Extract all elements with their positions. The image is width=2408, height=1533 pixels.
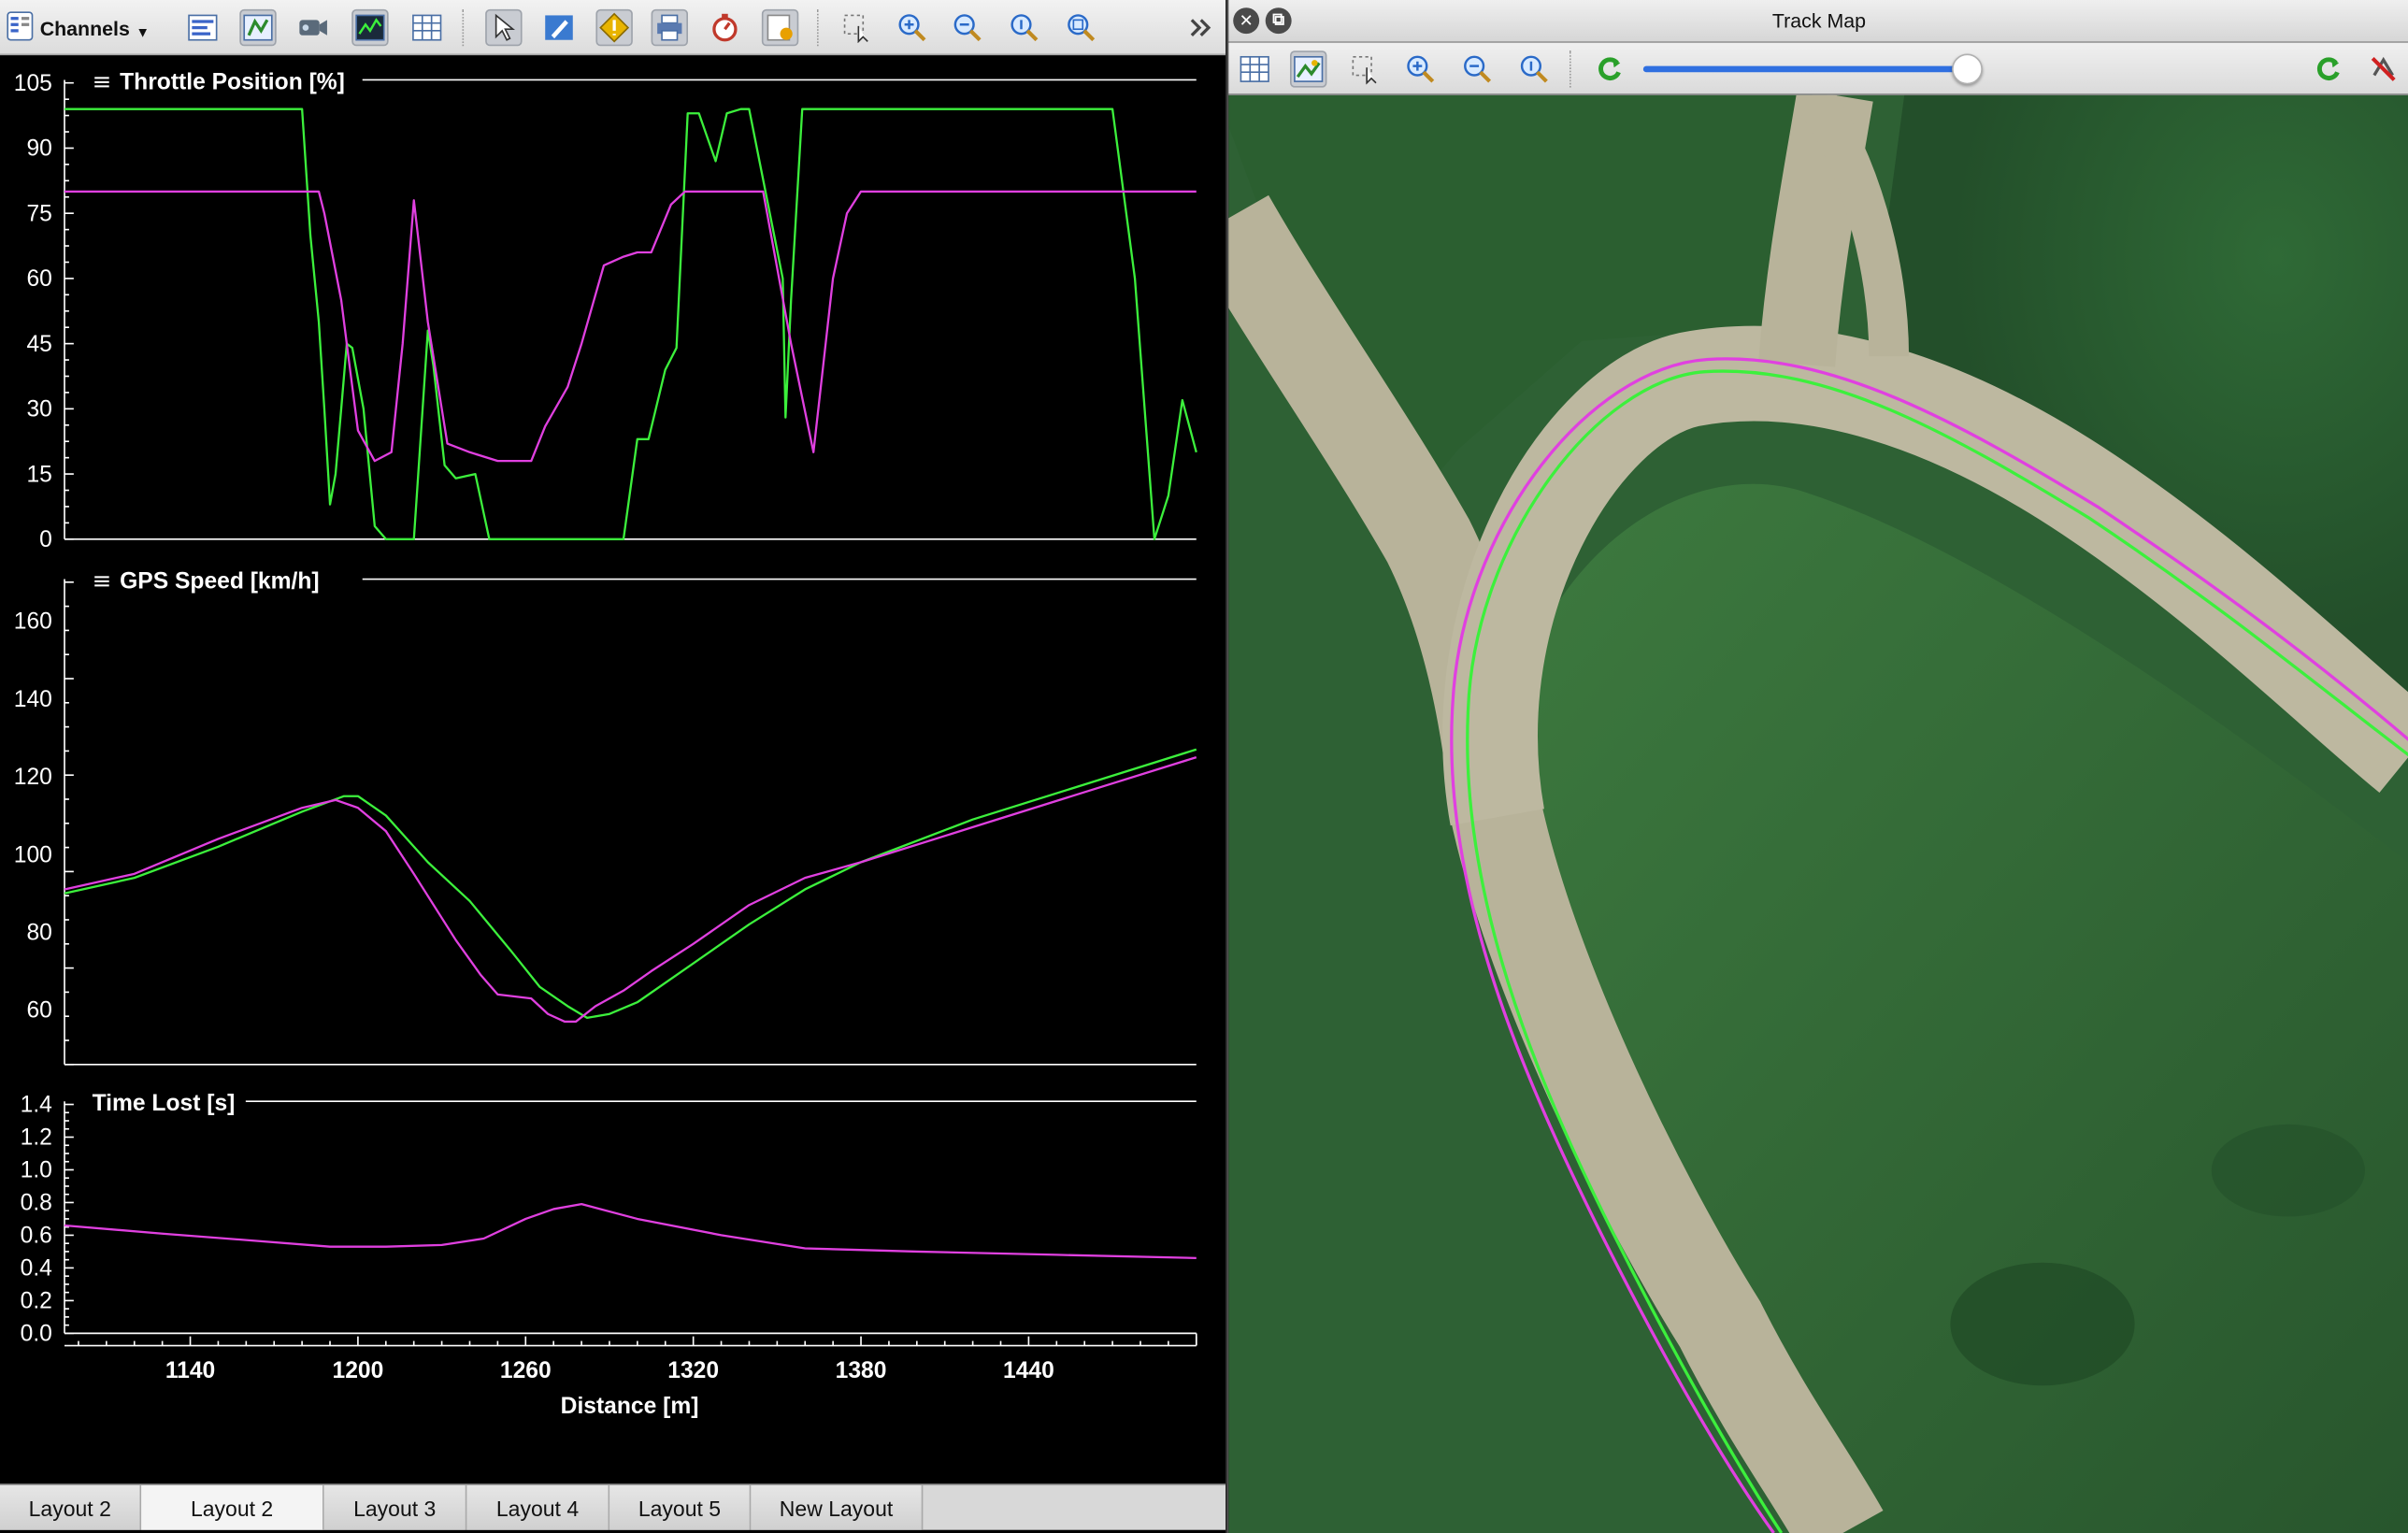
dark-grass-patch [2211,1124,2365,1217]
panel-menu-icon[interactable]: ≡ [93,566,112,594]
y-tick-label: 0 [39,527,52,552]
satellite-map-view[interactable] [1228,94,2408,1533]
zoom-reset-icon[interactable] [1515,50,1552,87]
map-panel-icon[interactable] [239,8,277,47]
rotate-icon[interactable] [1591,50,1627,87]
video-icon[interactable] [294,9,331,46]
tab-layout-3[interactable]: Layout 3 [323,1485,467,1530]
y-tick-label: 0.0 [21,1322,52,1347]
x-axis-label: Distance [m] [561,1394,699,1419]
analysis-pane: Channels ▼ 105 90 75 60 45 30 15 0 ≡ Throttle Pos… [0,0,1226,1533]
zoom-slider-thumb[interactable] [1952,53,1983,85]
series-line [64,756,1197,1024]
x-tick-label: 1320 [667,1358,719,1383]
panel-title: Throttle Position [%] [120,69,345,94]
y-tick-label: 0.8 [21,1191,52,1216]
zoom-slider-track[interactable] [1642,65,1970,73]
x-tick-label: 1440 [1003,1358,1054,1383]
marker-icon[interactable] [595,8,633,47]
y-tick-label: 75 [26,201,51,226]
pointer-icon[interactable] [485,8,523,47]
dark-grass-patch [1950,1262,2135,1386]
y-tick-label: 80 [26,921,51,946]
y-tick-label: 105 [14,71,52,96]
y-tick-label: 45 [26,332,51,357]
x-tick-label: 1260 [500,1358,552,1383]
no-sync-icon[interactable] [2365,50,2401,87]
y-tick-label: 15 [26,462,51,487]
series-line [64,190,1197,463]
y-tick-label: 30 [26,397,51,423]
y-tick-label: 0.6 [21,1224,52,1249]
y-tick-label: 1.2 [21,1125,52,1151]
y-tick-label: 60 [26,998,51,1024]
grid-icon[interactable] [1236,50,1272,87]
close-icon[interactable]: ✕ [1233,7,1260,35]
tab-layout-4[interactable]: Layout 4 [466,1485,610,1530]
tab-layout-2b[interactable]: Layout 2 [141,1485,324,1530]
y-tick-label: 1.4 [21,1093,52,1118]
layout-tab-bar: Layout 2 Layout 2 Layout 3 Layout 4 Layo… [0,1483,1226,1530]
toolbar-separator [816,8,819,47]
y-tick-label: 1.0 [21,1158,52,1183]
y-tick-label: 0.4 [21,1256,52,1282]
text-panel-icon[interactable] [184,9,221,46]
panel-menu-icon[interactable]: ≡ [93,67,112,94]
print-icon[interactable] [651,8,688,47]
track-map-toolbar [1228,43,2408,95]
chevron-down-icon: ▼ [136,24,150,40]
y-tick-label: 100 [14,842,52,867]
x-tick-label: 1200 [333,1358,384,1383]
panel-title: Time Lost [s] [93,1091,236,1116]
graph-icon[interactable] [351,8,389,47]
zoom-in-icon[interactable] [894,9,930,46]
x-tick-label: 1140 [165,1358,215,1383]
panel-title: GPS Speed [km/h] [120,568,319,594]
overflow-chevron-icon[interactable] [1182,9,1219,46]
tab-new-layout[interactable]: New Layout [751,1485,924,1530]
grid-icon[interactable] [408,9,445,46]
y-tick-label: 60 [26,266,51,292]
y-tick-label: 120 [14,765,52,790]
refresh-icon[interactable] [2310,50,2346,87]
telemetry-plots[interactable]: 105 90 75 60 45 30 15 0 ≡ Throttle Position [%] 16… [0,55,1226,1483]
report-icon[interactable] [761,8,799,47]
zoom-out-icon[interactable] [1459,50,1496,87]
analysis-toolbar: Channels ▼ [0,0,1226,56]
y-tick-label: 90 [26,136,51,162]
track-map-titlebar: Track Map ✕ ⧉ [1228,0,2408,44]
y-tick-label: 140 [14,687,52,712]
stopwatch-icon[interactable] [707,9,743,46]
x-tick-label: 1380 [836,1358,887,1383]
pencil-icon[interactable] [540,9,577,46]
y-tick-label: 0.2 [21,1289,52,1314]
tab-layout-2a[interactable]: Layout 2 [0,1485,142,1530]
channels-label: Channels [39,16,130,39]
zoom-fit-icon[interactable] [1063,9,1099,46]
channels-button[interactable]: Channels ▼ [7,9,150,46]
zoom-select-icon[interactable] [838,9,875,46]
zoom-in-icon[interactable] [1402,50,1439,87]
app-window: Channels ▼ 105 90 75 60 45 30 15 0 ≡ Throttle Pos… [0,0,2408,1533]
channels-list-icon [7,10,35,46]
track-map-window: Track Map ✕ ⧉ [1226,0,2408,1533]
toolbar-separator [1569,50,1571,88]
zoom-reset-icon[interactable] [1006,9,1042,46]
track-map-title: Track Map [1771,8,1866,33]
zoom-select-icon[interactable] [1347,50,1383,87]
restore-icon[interactable]: ⧉ [1265,7,1292,35]
y-tick-label: 160 [14,609,52,635]
series-line [64,1203,1197,1260]
series-line [64,748,1197,1019]
zoom-out-icon[interactable] [949,9,985,46]
satellite-image-icon[interactable] [1289,50,1327,88]
series-line [64,107,1197,540]
tab-layout-5[interactable]: Layout 5 [609,1485,752,1530]
toolbar-separator [462,8,465,47]
